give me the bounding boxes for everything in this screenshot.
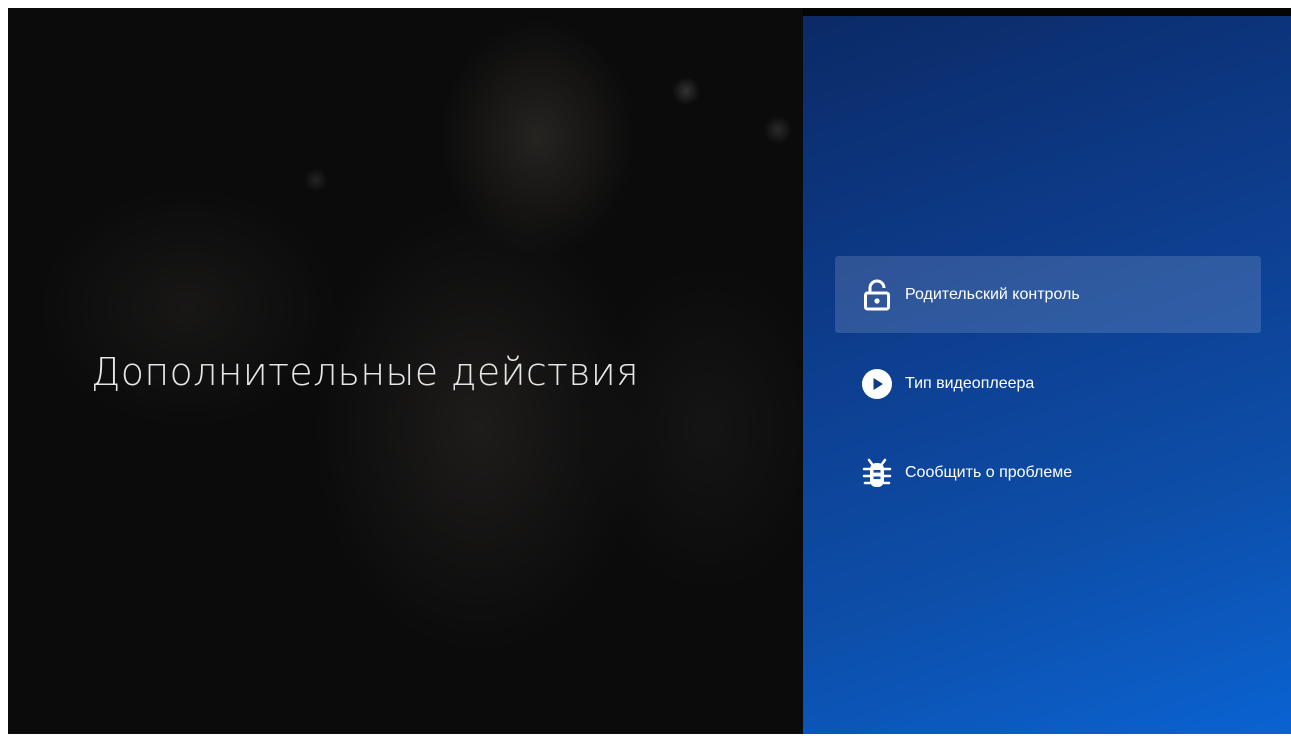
actions-menu: Родительский контроль Тип видеоплеера Со… bbox=[835, 256, 1261, 523]
menu-item-report-problem[interactable]: Сообщить о проблеме bbox=[835, 434, 1261, 511]
menu-item-label: Тип видеоплеера bbox=[905, 374, 1035, 392]
lock-open-icon bbox=[861, 279, 893, 311]
menu-item-label: Родительский контроль bbox=[905, 285, 1080, 303]
page-title: Дополнительные действия bbox=[91, 350, 639, 394]
actions-panel: Родительский контроль Тип видеоплеера Со… bbox=[803, 16, 1291, 734]
menu-item-parental-control[interactable]: Родительский контроль bbox=[835, 256, 1261, 333]
menu-item-label: Сообщить о проблеме bbox=[905, 463, 1073, 481]
bug-icon bbox=[861, 457, 893, 489]
play-circle-icon bbox=[861, 368, 893, 400]
menu-item-player-type[interactable]: Тип видеоплеера bbox=[835, 345, 1261, 422]
tv-screen: Дополнительные действия Родительский кон… bbox=[8, 8, 1291, 734]
